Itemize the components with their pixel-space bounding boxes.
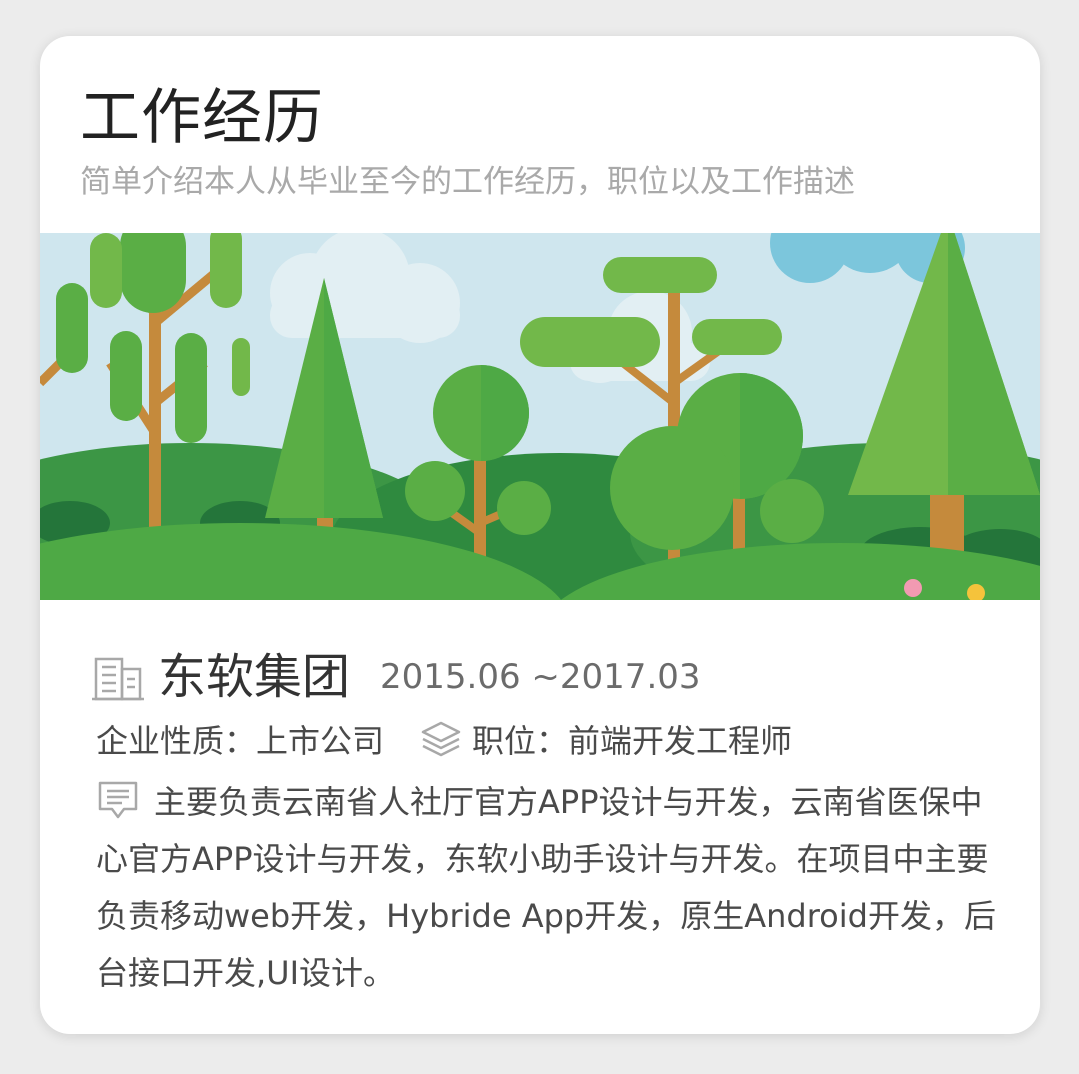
job-position: 职位：前端开发工程师 (472, 722, 793, 760)
company-row: 东软集团 2015.06 ~2017.03 (90, 642, 701, 712)
job-description: 主要负责云南省人社厅官方APP设计与开发，云南省医保中心官方APP设计与开发，东… (96, 774, 996, 1002)
job-meta-row: 企业性质：上市公司 职位：前端开发工程师 (96, 714, 792, 764)
comment-icon (98, 781, 138, 819)
work-experience-card: 工作经历 简单介绍本人从毕业至今的工作经历，职位以及工作描述 东软集团 2015… (40, 36, 1040, 1034)
section-subtitle: 简单介绍本人从毕业至今的工作经历，职位以及工作描述 (80, 164, 855, 200)
section-title: 工作经历 (80, 83, 324, 153)
company-name: 东软集团 (158, 649, 351, 705)
job-description-text: 主要负责云南省人社厅官方APP设计与开发，云南省医保中心官方APP设计与开发，东… (96, 783, 996, 992)
forest-banner-image (40, 233, 1040, 600)
company-nature: 企业性质：上市公司 (96, 722, 385, 760)
layers-icon (421, 721, 461, 757)
employment-dates: 2015.06 ~2017.03 (380, 657, 701, 697)
building-icon (92, 657, 144, 701)
